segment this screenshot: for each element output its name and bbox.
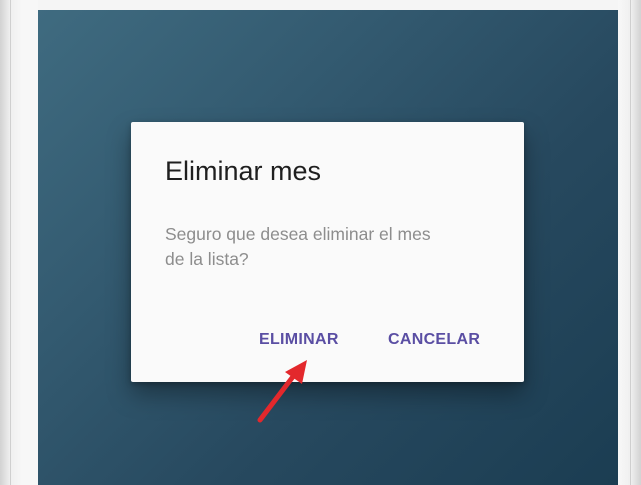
- red-arrow-icon: [257, 360, 307, 423]
- delete-month-dialog: Eliminar mes Seguro que desea eliminar e…: [131, 122, 524, 382]
- top-bar: [38, 0, 618, 10]
- dialog-title: Eliminar mes: [165, 156, 322, 186]
- delete-button[interactable]: ELIMINAR: [259, 331, 339, 349]
- bezel-line-left: [10, 0, 11, 485]
- dialog-message-line-2: de la lista?: [165, 249, 249, 269]
- dialog-message-line-1: Seguro que desea eliminar el mes: [165, 224, 431, 244]
- cancel-button[interactable]: CANCELAR: [388, 331, 480, 349]
- dialog-message: Seguro que desea eliminar el mes de la l…: [165, 222, 510, 272]
- bezel-line-right: [630, 0, 631, 485]
